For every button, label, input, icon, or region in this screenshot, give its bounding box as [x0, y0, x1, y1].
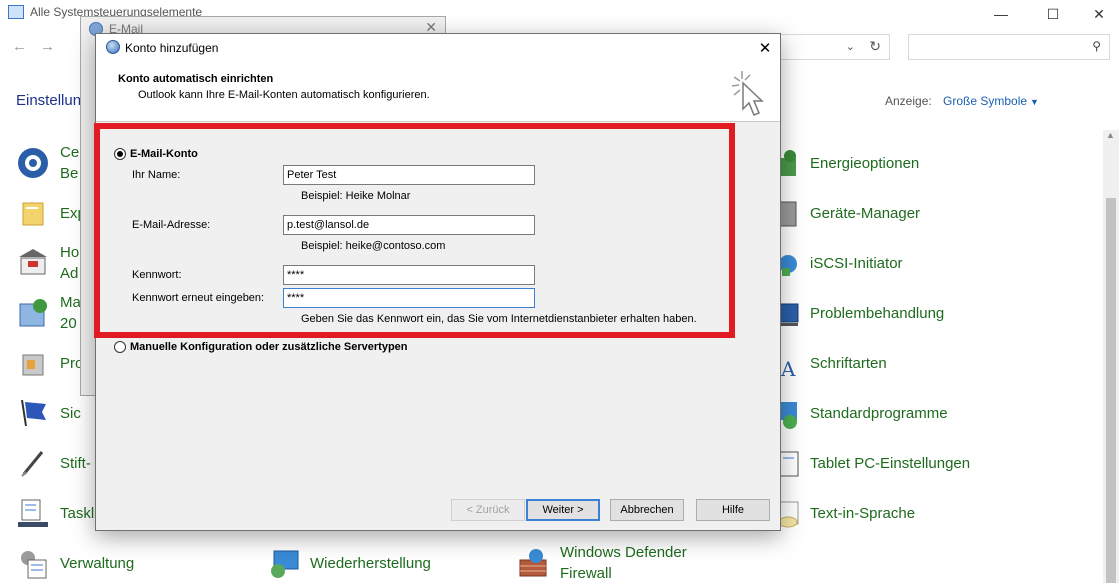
cp-item-label: iSCSI-Initiator: [810, 254, 903, 272]
cp-item-recovery[interactable]: Wiederherstellung: [266, 543, 431, 583]
password-repeat-label: Kennwort erneut eingeben:: [132, 292, 265, 304]
email-hint: Beispiel: heike@contoso.com: [301, 240, 446, 252]
cp-item-power[interactable]: Energieoptionen: [766, 143, 919, 183]
cp-item-troubleshooting[interactable]: Problembehandlung: [766, 293, 944, 333]
chevron-down-icon[interactable]: ⌄: [846, 40, 855, 53]
password-input[interactable]: ****: [283, 265, 535, 285]
outlook-globe-icon: [106, 40, 120, 54]
minimize-button[interactable]: —: [978, 0, 1024, 28]
back-button[interactable]: < Zurück: [451, 499, 525, 521]
cp-item-label: Windows Defender Firewall: [560, 544, 687, 582]
dialog-header: Konto automatisch einrichten Outlook kan…: [96, 62, 780, 122]
cp-item-homegroup[interactable]: Ho Ad: [16, 243, 79, 283]
cp-item-programs[interactable]: Pro: [16, 343, 83, 383]
cp-item-label: Ho Ad: [60, 244, 80, 282]
scroll-up-icon[interactable]: ▲: [1106, 130, 1115, 140]
taskbar-icon: [16, 496, 50, 530]
email-account-label: E-Mail-Konto: [130, 148, 198, 160]
cp-item-sync-center[interactable]: Ce Be: [16, 143, 79, 183]
header-title: Konto automatisch einrichten: [118, 73, 274, 85]
page-heading: Einstellun: [16, 92, 82, 109]
svg-text:A: A: [780, 357, 796, 380]
mail-icon: [16, 296, 50, 330]
address-field[interactable]: ⌄ ↻: [780, 34, 890, 60]
bank-icon: [16, 246, 50, 280]
view-label: Anzeige:: [885, 94, 932, 108]
scrollbar-thumb[interactable]: [1106, 198, 1116, 583]
cp-item-label: Text-in-Sprache: [810, 504, 916, 522]
view-dropdown-value: Große Symbole: [943, 94, 1028, 108]
cp-item-taskbar[interactable]: Taskl: [16, 493, 94, 533]
control-panel-icon: [8, 5, 24, 19]
cp-item-tablet-pc[interactable]: Tablet PC-Einstellungen: [766, 443, 970, 483]
dialog-titlebar: Konto hinzufügen ✕: [96, 34, 780, 62]
cp-item-text-to-speech[interactable]: Text-in-Sprache: [766, 493, 915, 533]
sync-center-icon: [16, 146, 50, 180]
cp-item-fonts[interactable]: A Schriftarten: [766, 343, 887, 383]
email-label: E-Mail-Adresse:: [132, 219, 211, 231]
pen-icon: [16, 446, 50, 480]
recovery-icon: [266, 546, 300, 580]
cp-item-label: Ce Be: [60, 144, 80, 182]
manual-config-label: Manuelle Konfiguration oder zusätzliche …: [130, 341, 408, 353]
firewall-icon: [516, 546, 550, 580]
cp-item-default-programs[interactable]: Standardprogramme: [766, 393, 948, 433]
cp-item-mail[interactable]: Ma 20: [16, 293, 81, 333]
dialog-title: Konto hinzufügen: [125, 41, 219, 55]
dialog-close-button[interactable]: ✕: [748, 35, 782, 61]
maximize-button[interactable]: ☐: [1030, 0, 1076, 28]
search-icon: ⚲: [1092, 39, 1101, 53]
caret-down-icon: ▼: [1030, 97, 1039, 107]
file-explorer-icon: [16, 196, 50, 230]
cancel-button[interactable]: Abbrechen: [610, 499, 684, 521]
admin-tools-icon: [16, 546, 50, 580]
cp-item-label: Schriftarten: [810, 354, 887, 372]
name-input[interactable]: Peter Test: [283, 165, 535, 185]
cp-item-explorer-options[interactable]: Exp: [16, 193, 86, 233]
cp-item-label: Taskl: [60, 504, 95, 522]
view-dropdown[interactable]: Große Symbole ▼: [943, 94, 1039, 108]
add-account-dialog: Konto hinzufügen ✕ Konto automatisch ein…: [94, 33, 781, 531]
refresh-icon[interactable]: ↻: [869, 38, 881, 55]
cp-item-label: Stift-: [60, 454, 91, 472]
cp-item-device-manager[interactable]: Geräte-Manager: [766, 193, 920, 233]
cp-item-label: Wiederherstellung: [310, 554, 431, 572]
header-subtitle: Outlook kann Ihre E-Mail-Konten automati…: [138, 89, 430, 101]
help-button[interactable]: Hilfe: [696, 499, 770, 521]
next-button[interactable]: Weiter >: [526, 499, 600, 521]
cp-item-label: Energieoptionen: [810, 154, 920, 172]
cp-item-label: Tablet PC-Einstellungen: [810, 454, 971, 472]
email-account-radio[interactable]: [114, 148, 126, 160]
cp-item-admin-tools[interactable]: Verwaltung: [16, 543, 134, 583]
cp-item-security[interactable]: Sic: [16, 393, 81, 433]
password-repeat-input[interactable]: ****: [283, 288, 535, 308]
cp-item-label: Geräte-Manager: [810, 204, 921, 222]
password-label: Kennwort:: [132, 269, 182, 281]
cp-item-label: Verwaltung: [60, 554, 135, 572]
vertical-scrollbar[interactable]: ▲: [1103, 130, 1119, 583]
cp-item-label: Ma 20: [60, 294, 81, 332]
forward-arrow-icon[interactable]: →: [40, 38, 55, 55]
cp-item-pen[interactable]: Stift-: [16, 443, 91, 483]
password-hint: Geben Sie das Kennwort ein, das Sie vom …: [301, 313, 697, 325]
name-label: Ihr Name:: [132, 169, 181, 181]
programs-icon: [16, 346, 50, 380]
close-window-button[interactable]: ✕: [1076, 0, 1119, 28]
back-arrow-icon[interactable]: ←: [12, 38, 27, 55]
cp-item-label: Standardprogramme: [810, 404, 948, 422]
manual-config-radio[interactable]: [114, 341, 126, 353]
cp-item-label: Sic: [60, 404, 81, 422]
email-input[interactable]: p.test@lansol.de: [283, 215, 535, 235]
cp-item-label: Problembehandlung: [810, 304, 945, 322]
cp-item-firewall[interactable]: Windows Defender Firewall: [516, 543, 687, 583]
cp-item-iscsi[interactable]: iSCSI-Initiator: [766, 243, 903, 283]
wizard-cursor-icon: [731, 71, 764, 116]
flag-icon: [16, 396, 50, 430]
name-hint: Beispiel: Heike Molnar: [301, 190, 411, 202]
search-input[interactable]: ⚲: [908, 34, 1110, 60]
